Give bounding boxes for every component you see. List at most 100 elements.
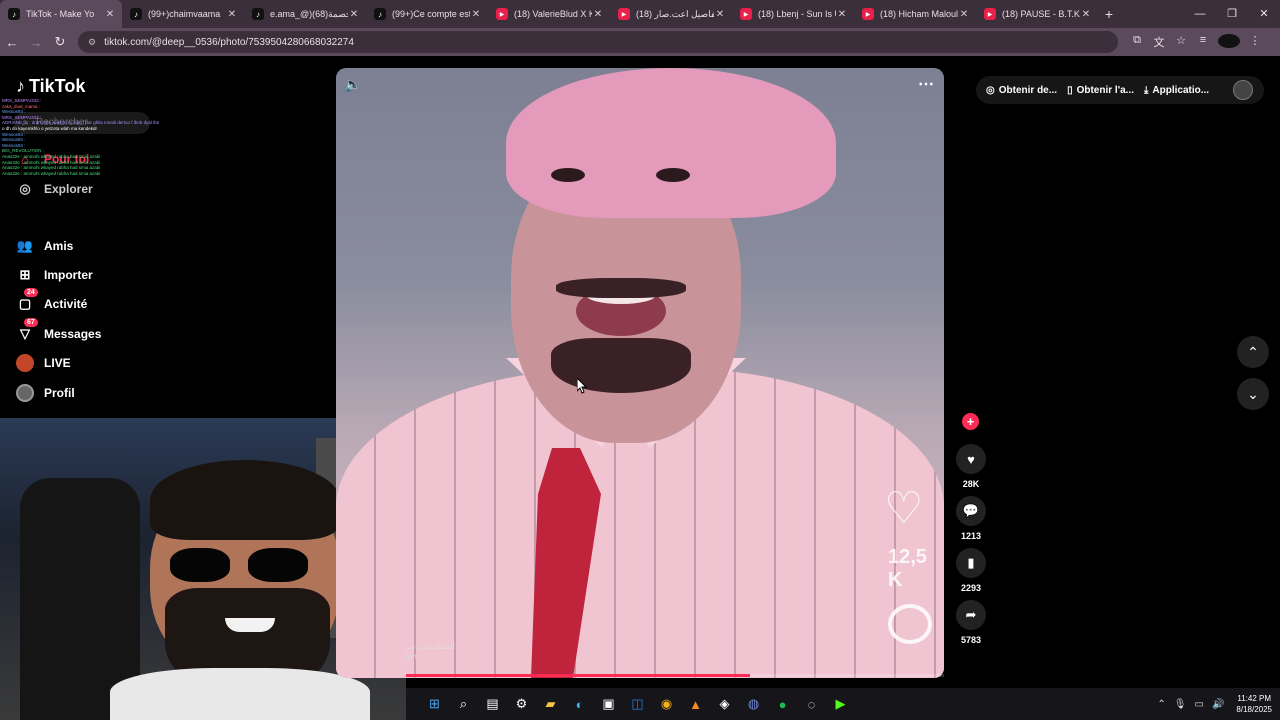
close-tab-icon[interactable]: ✕ bbox=[348, 9, 360, 20]
app-icon[interactable]: ▲ bbox=[681, 693, 710, 715]
maximize-button[interactable]: ❐ bbox=[1216, 0, 1248, 28]
browser-tab[interactable]: ▶ (18) ValerieBlud X Ki ✕ bbox=[488, 0, 610, 28]
close-tab-icon[interactable]: ✕ bbox=[592, 9, 604, 20]
browser-tab[interactable]: ♪ e.ama_@)يخصمة(68)✕ bbox=[244, 0, 366, 28]
sidebar-item-friends[interactable]: 👥 Amis bbox=[16, 237, 73, 255]
tab-title: TikTok - Make Yo bbox=[26, 9, 95, 19]
close-tab-icon[interactable]: ✕ bbox=[714, 9, 726, 20]
close-window-button[interactable]: ✕ bbox=[1248, 0, 1280, 28]
close-tab-icon[interactable]: ✕ bbox=[836, 9, 848, 20]
previous-video-button[interactable]: ⌃ bbox=[1237, 336, 1269, 368]
close-tab-icon[interactable]: ✕ bbox=[1080, 9, 1092, 20]
browser-tab[interactable]: ▶ (18) Hicham Malouli ✕ bbox=[854, 0, 976, 28]
share-count: 5783 bbox=[960, 635, 982, 645]
browser-tab[interactable]: ▶ (18) Lbenj - Sun Is Up✕ bbox=[732, 0, 854, 28]
youtube-icon: ▶ bbox=[496, 8, 508, 20]
store-icon[interactable]: ▣ bbox=[594, 693, 623, 715]
reading-list-icon[interactable]: ≡ bbox=[1192, 34, 1214, 50]
speaker-icon[interactable]: 🔊 bbox=[1212, 699, 1224, 710]
profile-icon bbox=[16, 384, 34, 402]
bookmark-star-icon[interactable]: ☆ bbox=[1170, 34, 1192, 50]
cast-icon[interactable]: ⧉ bbox=[1126, 34, 1148, 50]
tiktok-logo[interactable]: ♪ TikTok bbox=[16, 76, 85, 97]
new-tab-button[interactable]: + bbox=[1098, 6, 1120, 22]
microphone-icon[interactable]: 🎙 bbox=[1174, 699, 1187, 710]
sidebar-item-explore[interactable]: ◎ Explorer bbox=[16, 180, 92, 198]
send-icon: ▽ 67 bbox=[16, 318, 38, 343]
reload-button[interactable]: ↻ bbox=[48, 34, 72, 50]
search-taskbar-icon[interactable]: ⌕ bbox=[449, 693, 478, 715]
next-video-button[interactable]: ⌄ bbox=[1237, 378, 1269, 410]
phone-icon: ▯ bbox=[1067, 84, 1073, 96]
tab-strip: ♪ TikTok - Make Yo ✕ ♪ (99+)chaimvaama ✕ ♪ e.am… bbox=[0, 0, 1098, 28]
browser-tab[interactable]: ♪ (99+)Ce compte est p✕ bbox=[366, 0, 488, 28]
address-bar[interactable]: ⚙ tiktok.com/@deep__0536/photo/753950428… bbox=[78, 31, 1118, 53]
get-app-button[interactable]: ▯ Obtenir l'a... bbox=[1067, 85, 1134, 96]
chat-message: Anas32e : ammohi wkayed rabha had smia a… bbox=[2, 170, 101, 176]
close-tab-icon[interactable]: ✕ bbox=[470, 9, 482, 20]
video-progress-bar[interactable] bbox=[406, 674, 944, 677]
profile-avatar[interactable] bbox=[1218, 34, 1240, 48]
bookmark-icon[interactable]: ▮ bbox=[956, 548, 986, 578]
discord-icon[interactable]: ◍ bbox=[739, 693, 768, 715]
tray-overflow-icon[interactable]: ⌃ bbox=[1157, 699, 1165, 710]
tab-title: (18) PAUSE - B.T.K - V bbox=[1002, 9, 1080, 19]
close-tab-icon[interactable]: ✕ bbox=[104, 9, 116, 20]
close-tab-icon[interactable]: ✕ bbox=[958, 9, 970, 20]
share-icon[interactable]: ➦ bbox=[956, 600, 986, 630]
start-icon[interactable]: ⊞ bbox=[420, 693, 449, 715]
like-icon[interactable]: ♥ bbox=[956, 444, 986, 474]
clock[interactable]: 11:42 PM 8/18/2025 bbox=[1236, 693, 1272, 715]
tiktok-icon: ♪ bbox=[374, 8, 386, 20]
chrome-icon[interactable]: ◉ bbox=[652, 693, 681, 715]
tiktok-note-icon: ♪ bbox=[16, 76, 25, 96]
browser-tab[interactable]: ▶ (18) PAUSE - B.T.K - V✕ bbox=[976, 0, 1098, 28]
desktop-app-button[interactable]: ⤓ Applicatio... bbox=[1144, 85, 1209, 96]
sidebar-item-live[interactable]: LIVE bbox=[16, 354, 71, 372]
sunglasses bbox=[170, 548, 310, 584]
spotify-icon[interactable]: ● bbox=[768, 693, 797, 715]
follow-button[interactable]: + bbox=[962, 413, 979, 430]
menu-icon[interactable]: ⋮ bbox=[1244, 34, 1266, 50]
comment-action[interactable]: 💬 1213 bbox=[954, 496, 988, 541]
tiktok-icon: ♪ bbox=[8, 8, 20, 20]
outlook-icon[interactable]: ◫ bbox=[623, 693, 652, 715]
share-action[interactable]: ➦ 5783 bbox=[954, 600, 988, 645]
video-player[interactable]: 🔈 ⋯ ♡ 12,5 K الحملة على سـ ion bbox=[336, 68, 944, 678]
forward-button[interactable]: → bbox=[24, 35, 48, 50]
youtube-icon: ▶ bbox=[740, 8, 752, 20]
download-icon: ⤓ bbox=[1143, 84, 1149, 96]
task-view-icon[interactable]: ▤ bbox=[478, 693, 507, 715]
steam-icon[interactable]: ◈ bbox=[710, 693, 739, 715]
minimize-button[interactable]: — bbox=[1184, 0, 1216, 28]
get-coins-button[interactable]: ◎ Obtenir de... bbox=[986, 85, 1057, 96]
like-action[interactable]: ♥ 28K bbox=[954, 444, 988, 489]
user-avatar[interactable] bbox=[1233, 80, 1253, 100]
video-overlay-like-count: 12,5 K bbox=[888, 546, 927, 591]
settings-icon[interactable]: ⚙ bbox=[507, 693, 536, 715]
sidebar-item-activity[interactable]: ▢ 24 Activité bbox=[16, 288, 87, 313]
edge-icon[interactable]: ◐ bbox=[565, 693, 594, 715]
browser-tab[interactable]: ♪ TikTok - Make Yo ✕ bbox=[0, 0, 122, 28]
more-options-icon[interactable]: ⋯ bbox=[918, 74, 934, 94]
display-icon[interactable]: ▭ bbox=[1195, 699, 1204, 710]
video-eye-left bbox=[551, 168, 585, 182]
youtube-icon: ▶ bbox=[618, 8, 630, 20]
back-button[interactable]: ← bbox=[0, 35, 24, 50]
browser-tab[interactable]: ▶ (18) تفاصيل اعت.صار ✕ bbox=[610, 0, 732, 28]
close-tab-icon[interactable]: ✕ bbox=[226, 9, 238, 20]
browser-tab[interactable]: ♪ (99+)chaimvaama ✕ bbox=[122, 0, 244, 28]
game-app-icon[interactable]: ◌ bbox=[797, 693, 826, 715]
sidebar-item-upload[interactable]: ⊞ Importer bbox=[16, 266, 93, 284]
top-right-bar: ◎ Obtenir de... ▯ Obtenir l'a... ⤓ Applicat… bbox=[976, 76, 1264, 104]
kick-icon[interactable]: ▶ bbox=[826, 693, 855, 715]
site-info-icon[interactable]: ⚙ bbox=[88, 37, 96, 48]
sidebar-item-profile[interactable]: Profil bbox=[16, 384, 75, 402]
file-explorer-icon[interactable]: ▰ bbox=[536, 693, 565, 715]
comment-icon[interactable]: 💬 bbox=[956, 496, 986, 526]
streamer-hair bbox=[150, 460, 340, 540]
translate-icon[interactable]: 文 bbox=[1148, 34, 1170, 50]
save-action[interactable]: ▮ 2293 bbox=[954, 548, 988, 593]
volume-icon[interactable]: 🔈 bbox=[344, 76, 361, 93]
sidebar-item-messages[interactable]: ▽ 67 Messages bbox=[16, 318, 101, 343]
